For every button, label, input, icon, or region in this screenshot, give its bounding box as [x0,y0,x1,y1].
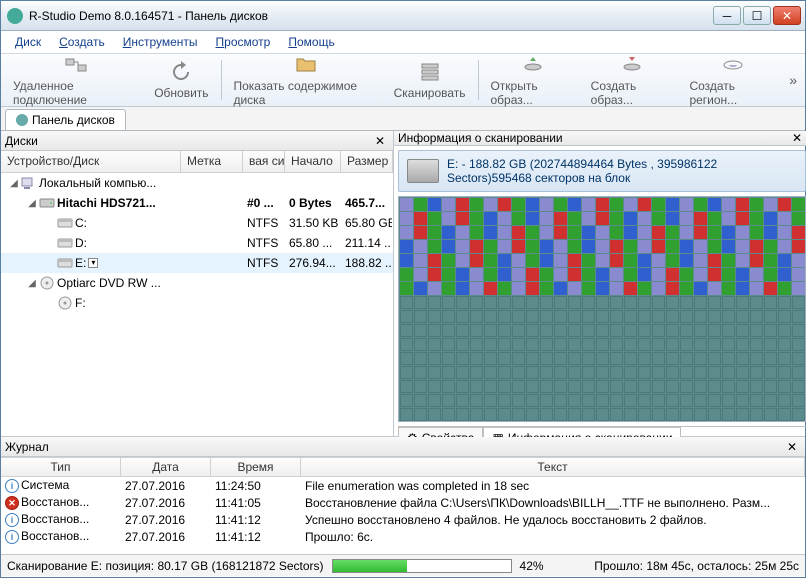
dropdown-icon[interactable]: ▾ [88,258,98,268]
col-start[interactable]: Начало [285,151,341,172]
toolbar: Удаленное подключение Обновить Показать … [1,53,805,107]
tree-row[interactable]: E:▾NTFS276.94...188.82 ... [1,253,393,273]
tree-row[interactable]: ◢Hitachi HDS721...#0 ...0 Bytes465.7... [1,193,393,213]
refresh-button[interactable]: Обновить [146,58,216,102]
refresh-icon [169,60,193,84]
scan-drive-banner: E: - 188.82 GB (202744894464 Bytes , 395… [398,150,806,192]
status-elapsed: Прошло: 18м 45с, осталось: 25м 25с [594,559,799,573]
show-content-button[interactable]: Показать содержимое диска [225,51,385,109]
tree-row[interactable]: ◢Локальный компью... [1,173,393,193]
tree-row[interactable]: D:NTFS65.80 ...211.14 ... [1,233,393,253]
journal-title: Журнал [5,440,49,454]
app-icon [7,8,23,24]
col-label[interactable]: Метка [181,151,243,172]
tree-row[interactable]: ◢Optiarc DVD RW ... [1,273,393,293]
block-map[interactable] [398,196,806,422]
status-percent: 42% [520,559,544,573]
jcol-type[interactable]: Тип [1,458,121,476]
toolbar-overflow[interactable]: » [785,72,801,88]
tab-icon [16,114,28,126]
remote-icon [64,53,88,77]
folder-icon [294,53,318,77]
journal-columns: Тип Дата Время Текст [1,457,805,477]
statusbar: Сканирование E: позиция: 80.17 GB (16812… [1,554,805,576]
progress-bar [332,559,512,573]
close-button[interactable]: ✕ [773,6,801,25]
menu-tools[interactable]: Инструменты [115,33,206,51]
menubar: Диск Создать Инструменты Просмотр Помощь [1,31,805,53]
scan-button[interactable]: Сканировать [386,58,474,102]
maximize-button[interactable]: ☐ [743,6,771,25]
device-tree[interactable]: ◢Локальный компью...◢Hitachi HDS721...#0… [1,173,393,436]
menu-help[interactable]: Помощь [280,33,342,51]
scan-drive-info: E: - 188.82 GB (202744894464 Bytes , 395… [447,157,797,185]
titlebar: R-Studio Demo 8.0.164571 - Панель дисков… [1,1,805,31]
create-image-button[interactable]: Создать образ... [583,51,682,109]
window-title: R-Studio Demo 8.0.164571 - Панель дисков [29,9,713,23]
disks-title: Диски [5,134,38,148]
tab-disk-panel[interactable]: Панель дисков [5,109,126,130]
menu-create[interactable]: Создать [51,33,113,51]
scan-info-title: Информация о сканировании [398,131,563,145]
jcol-text[interactable]: Текст [301,458,805,476]
jcol-time[interactable]: Время [211,458,301,476]
col-fs[interactable]: вая си [243,151,285,172]
remote-connect-button[interactable]: Удаленное подключение [5,51,146,109]
create-region-button[interactable]: Создать регион... [681,51,785,109]
tree-row[interactable]: F: [1,293,393,313]
journal-rows[interactable]: iСистема27.07.201611:24:50File enumerati… [1,477,805,554]
journal-close-icon[interactable]: ✕ [783,440,801,454]
journal-row[interactable]: iСистема27.07.201611:24:50File enumerati… [1,477,805,494]
hdd-icon [407,159,439,183]
create-region-icon [721,53,745,77]
tabstrip: Панель дисков [1,107,805,131]
journal-row[interactable]: ✕Восстанов...27.07.201611:41:05Восстанов… [1,494,805,511]
menu-view[interactable]: Просмотр [208,33,279,51]
scan-info-close-icon[interactable]: ✕ [788,131,806,145]
status-scan-text: Сканирование E: позиция: 80.17 GB (16812… [7,559,324,573]
col-device[interactable]: Устройство/Диск [1,151,181,172]
jcol-date[interactable]: Дата [121,458,211,476]
disks-panel: Диски ✕ Устройство/Диск Метка вая си Нач… [1,131,394,436]
journal-row[interactable]: iВосстанов...27.07.201611:41:12Успешно в… [1,511,805,528]
open-image-icon [521,53,545,77]
journal-panel: Журнал ✕ Тип Дата Время Текст iСистема27… [1,436,805,554]
scan-info-panel: Информация о сканировании ✕ E: - 188.82 … [394,131,806,436]
create-image-icon [620,53,644,77]
open-image-button[interactable]: Открыть образ... [482,51,582,109]
col-size[interactable]: Размер [341,151,393,172]
journal-row[interactable]: iВосстанов...27.07.201611:41:12Прошло: 6… [1,528,805,545]
minimize-button[interactable]: ─ [713,6,741,25]
disks-close-icon[interactable]: ✕ [371,134,389,148]
tree-row[interactable]: C:NTFS31.50 KB65.80 GB [1,213,393,233]
scan-icon [418,60,442,84]
menu-disk[interactable]: Диск [7,33,49,51]
disks-columns: Устройство/Диск Метка вая си Начало Разм… [1,151,393,173]
